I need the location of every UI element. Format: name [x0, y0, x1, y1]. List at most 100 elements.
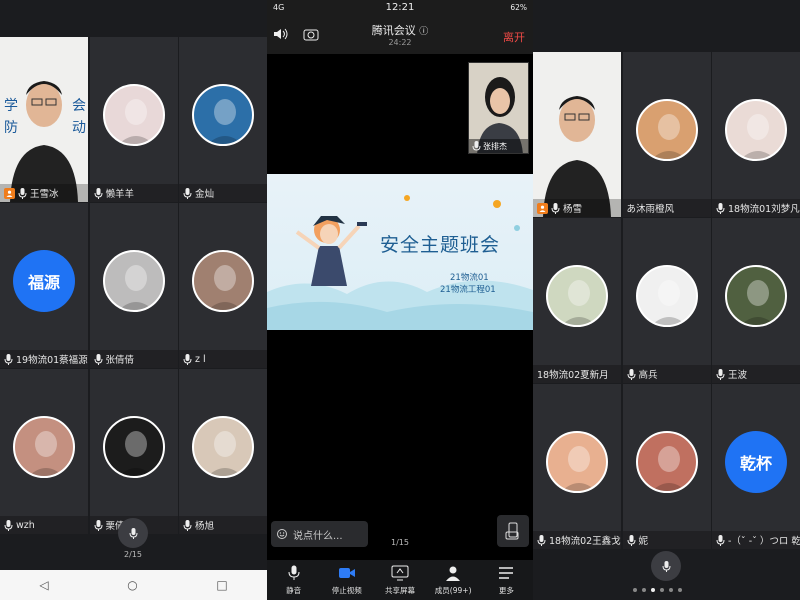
mic-icon [537, 534, 546, 546]
participant-tile[interactable]: 18物流01刘梦凡 [712, 52, 800, 217]
participant-avatar [725, 98, 787, 161]
participant-name-label: 18物流01刘梦凡 [712, 199, 800, 217]
participant-name-label: 19物流01蔡福源 [0, 350, 88, 368]
mic-icon [4, 519, 13, 531]
slide-class-line-1: 21物流01 [450, 273, 489, 283]
floating-mic-button[interactable] [651, 551, 681, 581]
meeting-top-bar: 腾讯会议 ⓘ 24:22 离开 [267, 14, 533, 54]
participant-name: 张倩倩 [105, 355, 135, 366]
participant-name-label: z l [179, 350, 267, 368]
mic-icon [94, 353, 102, 365]
meeting-duration: 24:22 [388, 38, 412, 47]
back-icon[interactable]: ◁ [39, 578, 48, 592]
info-icon[interactable]: ⓘ [419, 27, 428, 37]
participant-name-label: wzh [0, 516, 88, 534]
participant-name: 19物流01蔡福源 [16, 355, 88, 366]
toolbar-button-camera[interactable]: 停止视频 [322, 560, 372, 600]
participant-avatar: 乾杯 [725, 430, 787, 493]
video-background-text: 防 [4, 120, 18, 136]
participant-tile[interactable]: 栗倩25 [89, 369, 178, 534]
leave-button[interactable]: 离开 [503, 29, 525, 45]
participant-tile[interactable]: z l [179, 203, 267, 368]
participant-name-label: 18物流02王鑫戈 [533, 531, 621, 549]
participant-avatar [635, 264, 698, 327]
toolbar-button-members[interactable]: 成员(99+) [428, 560, 478, 600]
right-participant-panel: 杨雪 あ沐雨橙风 18物流01刘梦凡 18物流02夏新月 高兵 王波 18物流02王鑫戈 妮 乾… [533, 0, 800, 600]
participant-avatar [192, 83, 254, 146]
participant-tile[interactable]: 懒羊羊 [89, 37, 178, 202]
page-dots [633, 588, 682, 592]
participant-tile[interactable]: 福源 19物流01蔡福源 [0, 203, 88, 368]
video-background-text: 会 [72, 98, 86, 114]
share-screen-icon [391, 565, 409, 583]
participant-tile[interactable]: 王波 [712, 218, 800, 383]
participant-avatar [102, 415, 165, 478]
participant-name: 高兵 [638, 370, 658, 381]
mic-icon [472, 140, 481, 151]
home-icon[interactable]: ○ [127, 578, 137, 592]
mic-icon [551, 202, 560, 214]
participant-tile[interactable]: 18物流02夏新月 [533, 218, 621, 383]
participant-video [533, 52, 621, 217]
participant-name: 金灿 [195, 189, 215, 200]
page-dot[interactable] [678, 588, 682, 592]
page-dot[interactable] [633, 588, 637, 592]
participant-avatar [192, 415, 254, 478]
left-page-indicator: 2/15 [124, 550, 142, 559]
participant-tile[interactable]: 杨雪 [533, 52, 621, 217]
participant-avatar [102, 249, 165, 312]
shared-slide: 安全主题班会 21物流01 21物流工程01 [267, 174, 533, 330]
rotate-screen-button[interactable] [497, 515, 529, 547]
participant-tile[interactable]: 18物流02王鑫戈 [533, 384, 621, 549]
participant-tile[interactable]: あ沐雨橙风 [622, 52, 711, 217]
self-video-view[interactable]: 张排杰 [468, 62, 529, 154]
toolbar-label: 共享屏幕 [384, 585, 415, 595]
clock: 12:21 [385, 1, 415, 13]
toolbar-button-mic[interactable]: 静音 [269, 560, 319, 600]
toolbar-button-share-screen[interactable]: 共享屏幕 [375, 560, 425, 600]
participant-name-label: 杨旭 [179, 516, 267, 534]
floating-mic-button[interactable] [118, 518, 148, 548]
more-icon [497, 565, 515, 583]
participant-tile[interactable]: 金灿 [179, 37, 267, 202]
participant-name-label: 懒羊羊 [89, 184, 178, 202]
participant-name-label: 妮 [622, 531, 711, 549]
slide-title: 安全主题班会 [380, 234, 501, 256]
emoji-icon[interactable] [277, 529, 287, 539]
participant-tile[interactable]: 张倩倩 [89, 203, 178, 368]
participant-avatar [192, 249, 254, 312]
mic-icon [662, 560, 670, 572]
mic-icon [18, 187, 27, 199]
chat-input[interactable]: 说点什么... [271, 521, 368, 547]
page-dot[interactable] [669, 588, 673, 592]
participant-name: 王雪冰 [30, 189, 59, 200]
recents-icon[interactable]: □ [216, 578, 227, 592]
host-icon [537, 202, 548, 214]
toolbar-label: 成员(99+) [434, 585, 472, 595]
toolbar-button-more[interactable]: 更多 [481, 560, 531, 600]
participant-name: 18物流02王鑫戈 [549, 536, 621, 547]
mic-icon [716, 202, 725, 214]
participant-tile[interactable]: 乾杯 -（ˇ -ˇ ）つロ 乾杯~ [712, 384, 800, 549]
participant-tile[interactable]: wzh [0, 369, 88, 534]
participant-tile[interactable]: 妮 [622, 384, 711, 549]
video-background-text: 动 [72, 120, 86, 136]
slide-class-line-2: 21物流工程01 [440, 285, 496, 295]
page-dot[interactable] [660, 588, 664, 592]
participant-name-label: 18物流02夏新月 [533, 365, 621, 383]
left-participant-panel: 学 会防 动王雪冰 懒羊羊 金灿福源 19物流01蔡福源 张倩倩 z l wzh 栗倩25 杨旭 2… [0, 0, 267, 600]
mic-icon [627, 534, 635, 546]
participant-name-label: 王雪冰 [0, 184, 88, 202]
page-dot-active[interactable] [651, 588, 655, 592]
participant-avatar [102, 83, 165, 146]
mic-icon [94, 187, 102, 199]
android-nav-bar: ◁ ○ □ [0, 570, 267, 600]
participant-tile[interactable]: 学 会防 动王雪冰 [0, 37, 88, 202]
page-dot[interactable] [642, 588, 646, 592]
mic-icon [183, 519, 192, 531]
participant-tile[interactable]: 杨旭 [179, 369, 267, 534]
members-icon [444, 565, 462, 583]
participant-name-label: -（ˇ -ˇ ）つロ 乾杯~ [712, 531, 800, 549]
status-bar: 4G 12:21 62% [267, 0, 533, 14]
participant-tile[interactable]: 高兵 [622, 218, 711, 383]
